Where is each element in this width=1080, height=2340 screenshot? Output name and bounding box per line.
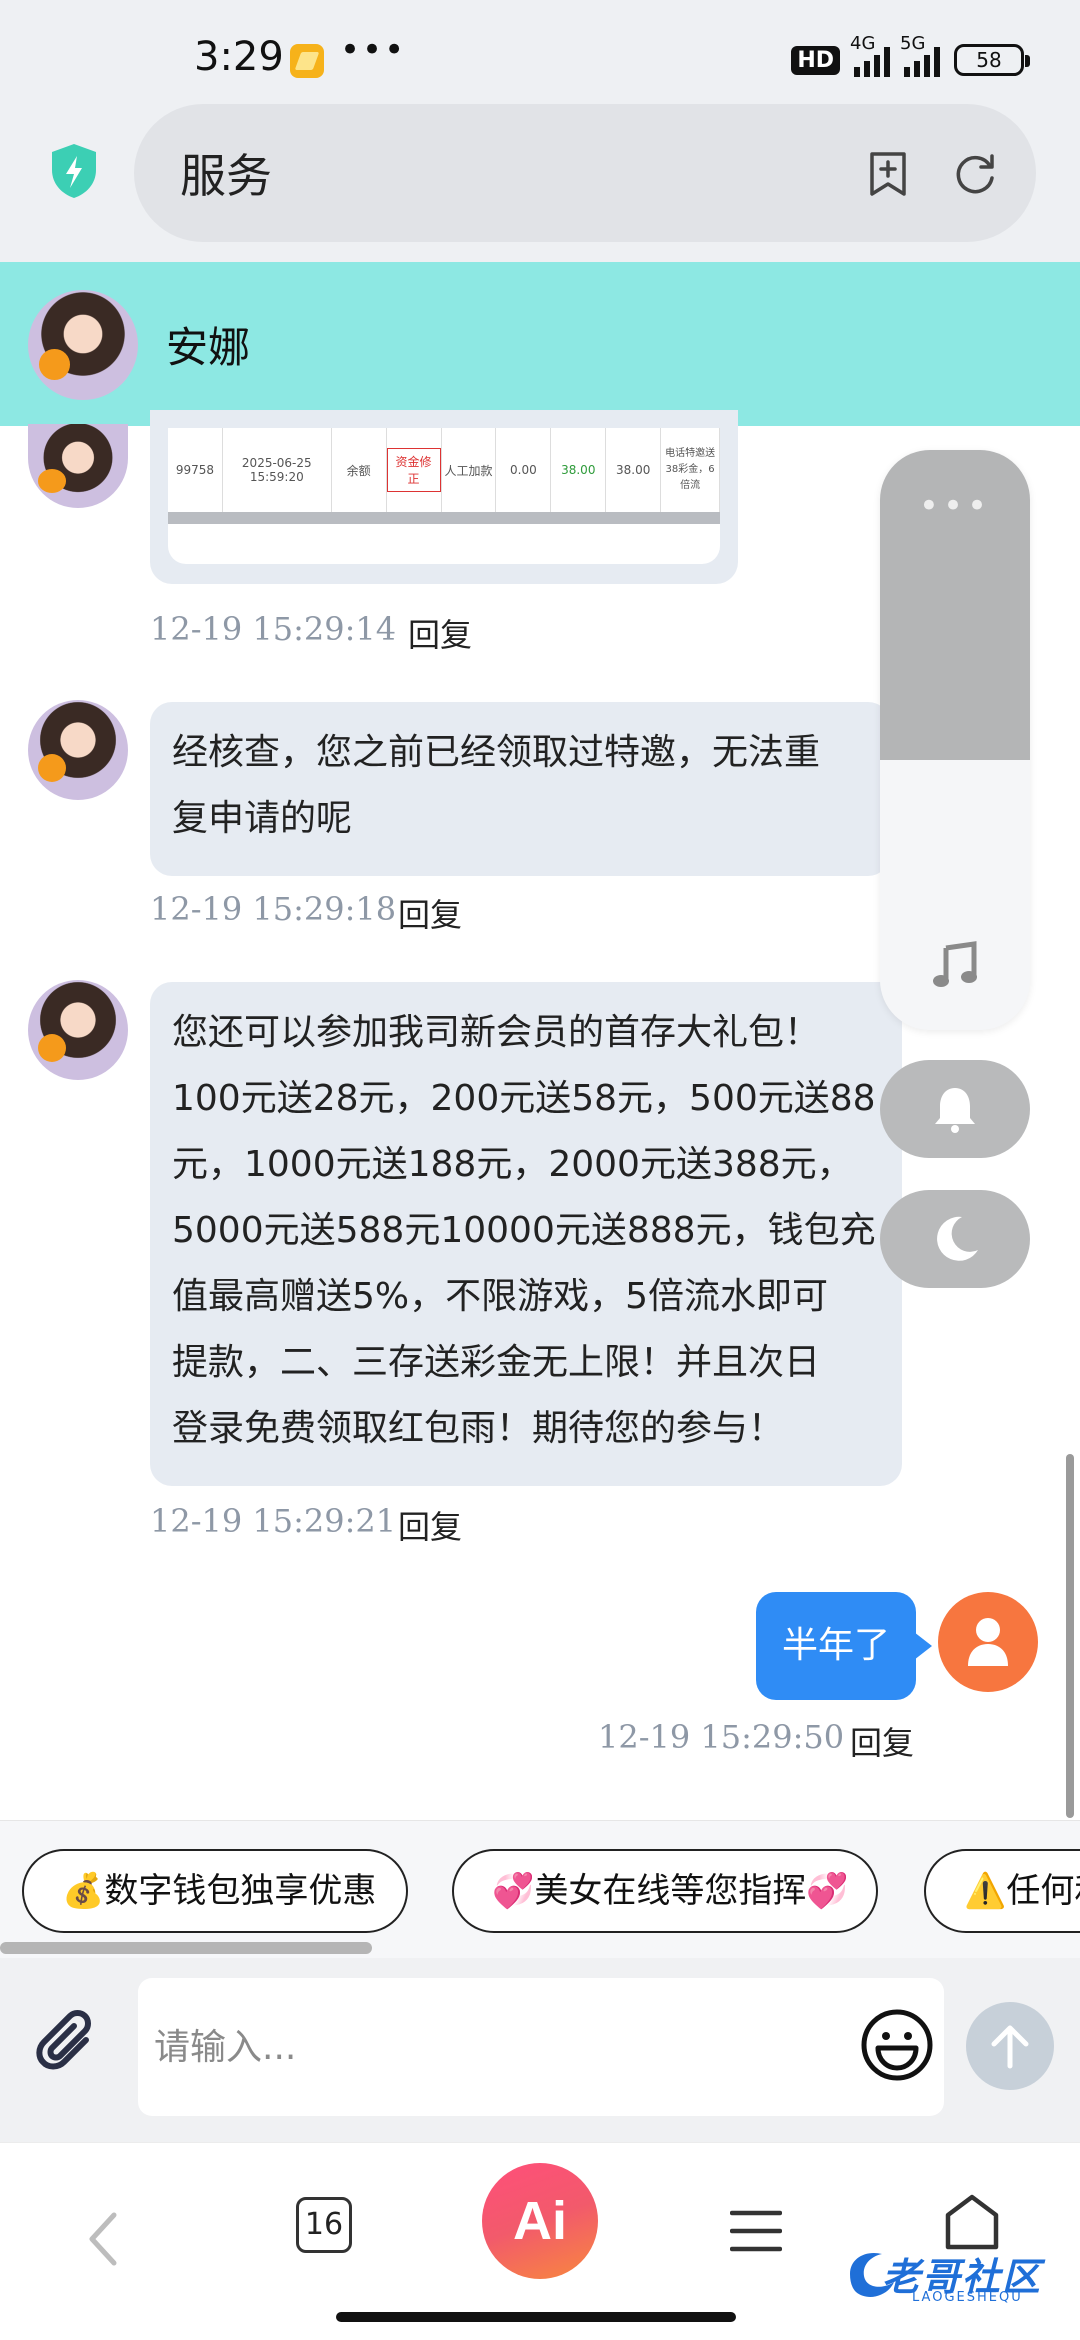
record-row: 99758 2025-06-25 15:59:20 余额 资金修正 人工加款 0… bbox=[168, 428, 720, 524]
record-cell: 0.00 bbox=[496, 428, 552, 512]
record-tag: 资金修正 bbox=[386, 448, 441, 492]
record-cell: 余额 bbox=[332, 428, 387, 512]
battery-icon: 58 bbox=[954, 44, 1030, 76]
chat-header: 安娜 bbox=[0, 262, 1080, 426]
message-line: 元，1000元送188元，2000元送388元， bbox=[172, 1144, 853, 1185]
quick-reply-chip[interactable]: 💞美女在线等您指挥💞 bbox=[452, 1849, 878, 1933]
message-time: 12-19 15:29:14 bbox=[150, 610, 397, 648]
message-line: 登录免费领取红包雨！期待您的参与！ bbox=[172, 1408, 785, 1449]
ai-assistant-button[interactable]: Ai bbox=[482, 2163, 598, 2279]
signal-5g-icon: 5G bbox=[900, 33, 940, 77]
watermark-subtitle: LAOGESHEQU bbox=[912, 2290, 1023, 2305]
reply-link[interactable]: 回复 bbox=[398, 1502, 462, 1548]
agent-avatar[interactable] bbox=[28, 700, 128, 800]
message-time: 12-19 15:29:18 bbox=[150, 890, 397, 928]
arrow-up-icon bbox=[991, 2025, 1029, 2069]
floating-media-panel[interactable]: ••• bbox=[880, 450, 1030, 1030]
dark-mode-button[interactable] bbox=[880, 1190, 1030, 1288]
agent-avatar[interactable] bbox=[28, 424, 128, 508]
agent-avatar[interactable] bbox=[28, 980, 128, 1080]
agent-name: 安娜 bbox=[166, 323, 251, 372]
record-cell: 人工加款 bbox=[442, 428, 497, 512]
tabs-button[interactable]: 16 bbox=[296, 2197, 352, 2253]
refresh-icon[interactable] bbox=[952, 150, 998, 196]
address-bar-text: 服务 bbox=[180, 149, 272, 203]
message-input-bar bbox=[0, 1958, 1080, 2142]
quick-reply-chip[interactable]: ⚠️任何和 bbox=[924, 1849, 1080, 1933]
quick-reply-chip[interactable]: 💰数字钱包独享优惠 bbox=[22, 1849, 408, 1933]
message-line: 值最高赠送5%，不限游戏，5倍流水即可 bbox=[172, 1276, 829, 1317]
record-cell: 资金修正 bbox=[386, 428, 442, 512]
back-arrow-icon[interactable] bbox=[80, 2209, 130, 2269]
record-cell: 电话特邀送38彩金，6倍流 bbox=[661, 428, 720, 512]
chat-scrollbar[interactable] bbox=[1066, 1454, 1074, 1818]
user-icon bbox=[968, 1618, 1008, 1666]
reply-link[interactable]: 回复 bbox=[408, 610, 472, 656]
message-line: 100元送28元，200元送58元，500元送88 bbox=[172, 1078, 876, 1119]
quick-reply-bar: 💰数字钱包独享优惠 💞美女在线等您指挥💞 ⚠️任何和 bbox=[0, 1820, 1080, 1958]
status-indicators: HD 4G 5G 58 bbox=[791, 33, 1030, 80]
bell-icon bbox=[935, 1088, 975, 1133]
more-notifications-icon: ••• bbox=[340, 30, 407, 70]
message-line: 提款，二、三存送彩金无上限！并且次日 bbox=[172, 1342, 821, 1383]
send-button[interactable] bbox=[966, 2002, 1054, 2090]
notes-app-icon bbox=[290, 44, 324, 78]
watermark-logo: 老哥社区 LAOGESHEQU bbox=[842, 2240, 1068, 2314]
volume-slider[interactable]: ••• bbox=[880, 450, 1030, 760]
message-line: 经核查，您之前已经领取过特邀，无法重 bbox=[172, 732, 821, 773]
reply-link[interactable]: 回复 bbox=[850, 1718, 914, 1764]
agent-avatar[interactable] bbox=[28, 290, 138, 400]
record-cell: 99758 bbox=[168, 428, 223, 512]
more-options-icon[interactable]: ••• bbox=[880, 486, 1030, 526]
user-avatar[interactable] bbox=[938, 1592, 1038, 1692]
status-bar: 3:29 ••• HD 4G 5G 58 bbox=[0, 0, 1080, 96]
screenshot-image[interactable]: 99758 2025-06-25 15:59:20 余额 资金修正 人工加款 0… bbox=[168, 428, 720, 564]
status-time: 3:29 bbox=[194, 34, 284, 80]
browser-toolbar: 服务 bbox=[0, 96, 1080, 262]
message-line: 5000元送588元10000元送888元，钱包充 bbox=[172, 1210, 876, 1251]
hd-voice-badge: HD bbox=[791, 45, 840, 75]
message-bubble[interactable]: 您还可以参加我司新会员的首存大礼包！ 100元送28元，200元送58元，500… bbox=[150, 982, 902, 1486]
message-time: 12-19 15:29:50 bbox=[598, 1718, 845, 1756]
emoji-icon[interactable] bbox=[860, 2008, 934, 2082]
menu-icon[interactable] bbox=[730, 2209, 782, 2253]
outgoing-message-bubble[interactable]: 半年了 bbox=[756, 1592, 932, 1700]
address-bar[interactable]: 服务 bbox=[134, 104, 1036, 242]
mute-button[interactable] bbox=[880, 1060, 1030, 1158]
message-line: 复申请的呢 bbox=[172, 798, 353, 839]
message-bubble[interactable]: 经核查，您之前已经领取过特邀，无法重 复申请的呢 bbox=[150, 702, 890, 876]
home-indicator[interactable] bbox=[336, 2312, 736, 2322]
reply-link[interactable]: 回复 bbox=[398, 890, 462, 936]
image-message-bubble[interactable]: 99758 2025-06-25 15:59:20 余额 资金修正 人工加款 0… bbox=[150, 410, 738, 584]
shield-icon[interactable] bbox=[48, 142, 100, 200]
message-time: 12-19 15:29:21 bbox=[150, 1502, 397, 1540]
add-bookmark-icon[interactable] bbox=[866, 150, 910, 198]
paperclip-icon[interactable] bbox=[34, 2010, 104, 2080]
message-line: 您还可以参加我司新会员的首存大礼包！ bbox=[172, 1012, 821, 1053]
record-cell: 38.00 bbox=[606, 428, 662, 512]
signal-4g-icon: 4G bbox=[850, 33, 890, 77]
music-note-icon[interactable] bbox=[930, 940, 980, 990]
record-cell: 2025-06-25 15:59:20 bbox=[223, 428, 332, 512]
quick-reply-scrollbar[interactable] bbox=[0, 1942, 372, 1954]
message-input[interactable] bbox=[138, 1978, 944, 2116]
record-cell: 38.00 bbox=[551, 428, 607, 512]
moon-icon bbox=[937, 1216, 978, 1261]
